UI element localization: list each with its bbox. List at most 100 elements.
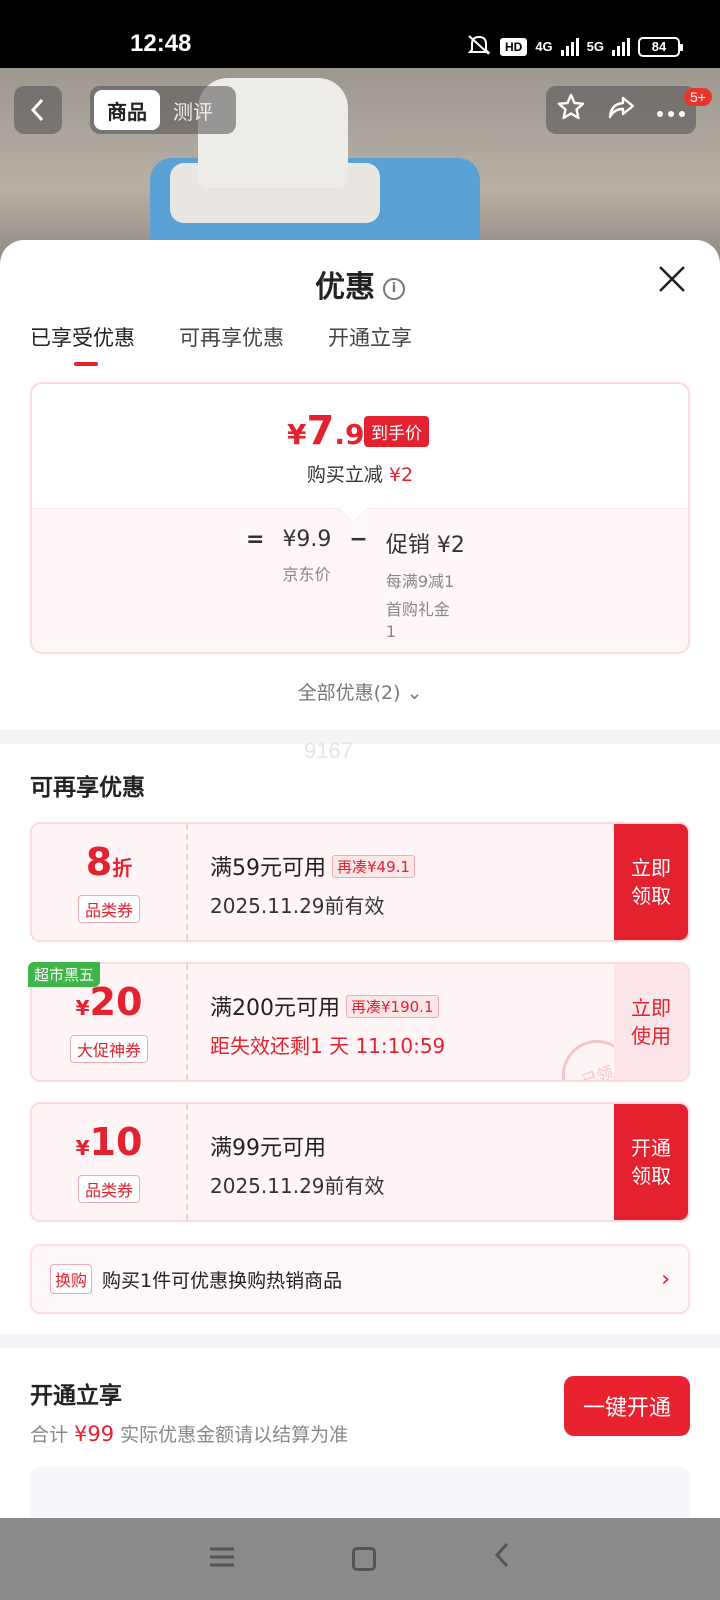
all-discounts-toggle[interactable]: 全部优惠(2) ⌄ (0, 678, 720, 705)
mute-icon (466, 34, 492, 59)
status-bar: 12:48 HD 4G 5G 84 (0, 0, 720, 68)
reduce-value: ¥2 (388, 464, 414, 486)
more-icon[interactable] (656, 95, 686, 125)
claim-label-1: 立即 (631, 856, 671, 880)
back-icon (30, 98, 44, 122)
price-dec: .9 (334, 418, 365, 451)
coupon-value-area: ¥10 品类券 (32, 1104, 188, 1220)
coupon-countdown: 距失效还剩1 天 11:10:59 (210, 1034, 446, 1058)
jd-price: ¥9.9 (282, 527, 332, 552)
reduce-label: 购买立减 (306, 464, 383, 486)
header-actions (546, 86, 696, 134)
exchange-purchase-row[interactable]: 换购 购买1件可优惠换购热销商品 › (30, 1244, 690, 1314)
final-price: ¥7.9 (287, 408, 364, 454)
open-claim-label: 开通 领取 (631, 1134, 671, 1190)
chevron-right-icon: › (661, 1266, 670, 1292)
coupon-condition-text: 满59元可用 (210, 856, 326, 881)
open-enjoy-title: 开通立享 (30, 1383, 122, 1409)
coupon-value-area: 8折 品类券 (32, 824, 188, 940)
tab-more[interactable]: 可再享优惠 (179, 322, 284, 366)
coupon-condition: 满200元可用 再凑¥190.1 (210, 990, 445, 1022)
coupon-type: 品类券 (77, 895, 140, 923)
price-top: ¥7.9 到手价 购买立减 ¥2 (32, 384, 688, 508)
info-icon[interactable]: i (383, 277, 405, 300)
coupon-condition: 满99元可用 (210, 1136, 326, 1161)
use-label: 立即 使用 (631, 994, 671, 1050)
net2-label: 5G (586, 39, 604, 54)
header-segment: 商品 测评 (90, 86, 236, 134)
claim-label: 立即 领取 (631, 854, 671, 910)
coupon-card: ¥20 大促神券 满200元可用 再凑¥190.1 距失效还剩1 天 11:10:… (30, 962, 690, 1082)
exchange-tag: 换购 (50, 1264, 93, 1294)
use-label-1: 立即 (631, 996, 671, 1020)
membership-card (30, 1466, 690, 1520)
promo-col: 促销 ¥2 每满9减1 首购礼金 1 (386, 527, 465, 643)
sheet-title: 优惠 i (0, 262, 720, 306)
home-icon[interactable] (352, 1547, 376, 1571)
promo-detail-3: 1 (385, 622, 397, 641)
tab-open[interactable]: 开通立享 (328, 322, 412, 366)
coupon-value: ¥20 (76, 981, 143, 1029)
battery-icon: 84 (638, 36, 683, 57)
section-divider (0, 1334, 720, 1348)
reduce-line: 购买立减 ¥2 (32, 460, 688, 487)
coupon-amount: 8 (85, 840, 113, 884)
discount-sheet: 优惠 i 已享受优惠 可再享优惠 开通立享 ¥7.9 到手价 购买立减 ¥2 = ¥… (0, 240, 720, 1520)
coupon-info: 满200元可用 再凑¥190.1 距失效还剩1 天 11:10:59 (210, 990, 445, 1059)
promo-detail-2: 首购礼金 (385, 600, 450, 619)
close-button[interactable] (652, 260, 692, 300)
battery-level: 84 (651, 39, 667, 54)
coupon-validity: 2025.11.29前有效 (210, 1174, 385, 1198)
notification-badge: 5+ (684, 88, 712, 106)
tab-enjoyed[interactable]: 已享受优惠 (30, 322, 135, 366)
coupon-unit: 折 (112, 856, 133, 880)
star-icon[interactable] (556, 92, 586, 129)
coupon-condition-text: 满200元可用 (210, 996, 340, 1021)
price-int: 7 (306, 408, 335, 454)
total-suffix: 实际优惠金额请以结算为准 (120, 1424, 349, 1446)
use-button[interactable]: 立即 使用 (614, 964, 688, 1080)
coupon-amount: 20 (89, 980, 143, 1024)
claim-button[interactable]: 立即 领取 (614, 824, 688, 940)
status-icons: HD 4G 5G 84 (466, 34, 683, 59)
open-claim-button[interactable]: 开通 领取 (614, 1104, 688, 1220)
minus-sign: − (349, 527, 368, 552)
coupon-currency: ¥ (75, 996, 90, 1020)
tab-review[interactable]: 测评 (160, 90, 226, 130)
arrive-price-tag: 到手价 (364, 416, 429, 447)
open-claim-label-1: 开通 (631, 1136, 671, 1160)
coupon-value: 8折 (86, 841, 132, 889)
tab-product[interactable]: 商品 (94, 90, 160, 130)
jd-price-label: 京东价 (282, 565, 331, 584)
coupon-info: 满59元可用 再凑¥49.1 2025.11.29前有效 (210, 850, 415, 919)
share-icon[interactable] (606, 92, 636, 129)
one-click-open-button[interactable]: 一键开通 (564, 1376, 690, 1436)
menu-icon[interactable] (208, 1542, 236, 1577)
claim-label-2: 领取 (631, 884, 671, 908)
coupon-extra-tag: 再凑¥190.1 (346, 995, 439, 1018)
total-value: ¥99 (74, 1422, 115, 1446)
hd-icon: HD (499, 37, 528, 56)
nav-back-icon[interactable] (492, 1541, 512, 1577)
calc-row: = ¥9.9 京东价 − 促销 ¥2 每满9减1 首购礼金 1 (246, 527, 465, 643)
watermark: 9167 (304, 738, 353, 763)
coupon-card: ¥10 品类券 满99元可用 2025.11.29前有效 开通领取 (30, 1102, 690, 1222)
use-label-2: 使用 (631, 1024, 671, 1048)
super-black-five-tag: 超市黑五 (28, 962, 101, 987)
coupon-card: 8折 品类券 满59元可用 再凑¥49.1 2025.11.29前有效 立即领取 (30, 822, 690, 942)
coupon-value: ¥10 (76, 1121, 143, 1169)
system-nav-bar (0, 1518, 720, 1600)
signal2-icon (612, 37, 630, 56)
total-prefix: 合计 (30, 1424, 69, 1446)
sheet-title-text: 优惠 (315, 270, 375, 305)
signal1-icon (560, 37, 579, 56)
open-claim-label-2: 领取 (631, 1164, 671, 1188)
close-icon (659, 266, 685, 292)
net1-label: 4G (535, 39, 553, 54)
coupon-condition: 满59元可用 再凑¥49.1 (210, 850, 415, 882)
back-button[interactable] (14, 86, 62, 134)
coupon-amount: 10 (89, 1120, 143, 1164)
price-breakdown: = ¥9.9 京东价 − 促销 ¥2 每满9减1 首购礼金 1 (32, 492, 688, 652)
coupon-type: 大促神券 (69, 1035, 148, 1063)
more-discounts-title: 可再享优惠 (30, 775, 145, 801)
